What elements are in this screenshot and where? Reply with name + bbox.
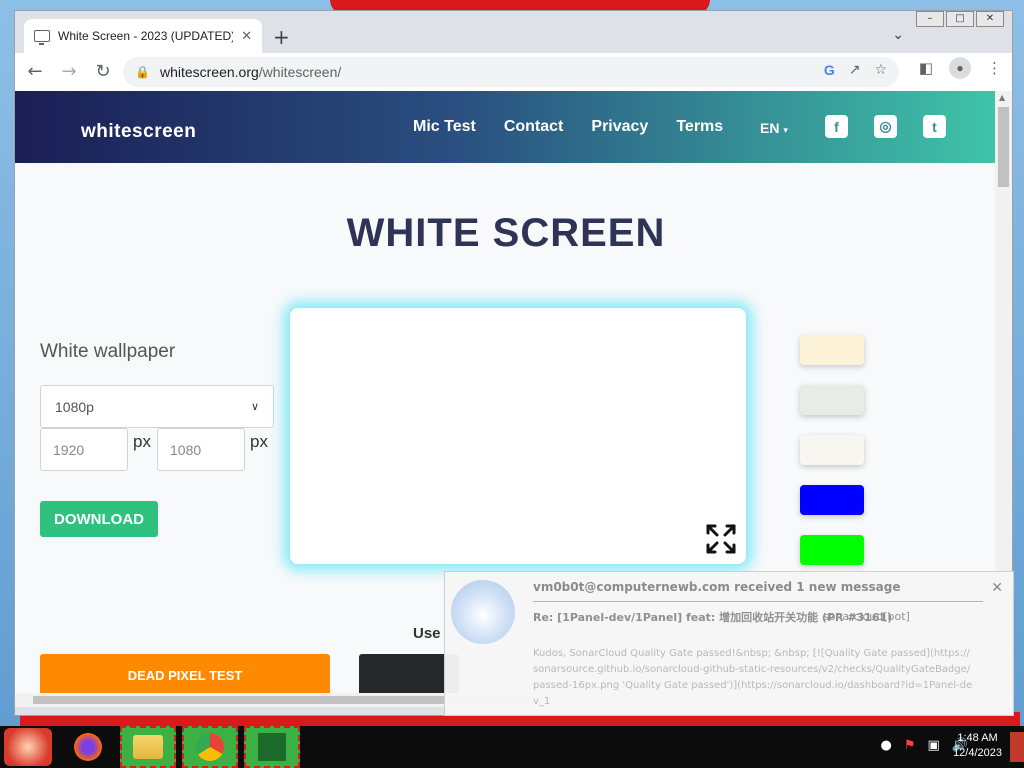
lock-icon[interactable]: 🔒	[135, 65, 150, 79]
forward-button[interactable]: →	[55, 58, 83, 86]
omnibox-icons: G ↗ ☆	[824, 62, 887, 78]
google-translate-icon[interactable]: G	[824, 62, 835, 78]
swatch-cream[interactable]	[800, 335, 864, 365]
taskbar-firefox[interactable]	[60, 726, 116, 768]
instagram-icon[interactable]: ◎	[874, 115, 897, 138]
notification-divider	[533, 601, 983, 602]
tab-white-screen[interactable]: White Screen - 2023 (UPDATED) ✕	[24, 19, 262, 53]
caret-down-icon: ▾	[783, 126, 788, 136]
reload-button[interactable]: ↻	[89, 58, 117, 86]
browser-toolbar: ← → ↻ 🔒 whitescreen.org /whitescreen/ G …	[15, 53, 1012, 91]
show-desktop-button[interactable]	[1010, 732, 1024, 762]
height-unit: px	[250, 432, 268, 451]
firefox-icon	[74, 733, 102, 761]
width-input[interactable]: 1920	[40, 428, 128, 471]
fullscreen-expand-icon[interactable]	[704, 522, 738, 556]
nav-terms[interactable]: Terms	[676, 118, 723, 136]
notification-body: Kudos, SonarCloud Quality Gate passed!&n…	[533, 648, 973, 707]
taskbar-chrome[interactable]	[182, 726, 238, 768]
bookmark-star-icon[interactable]: ☆	[874, 62, 887, 78]
twitter-icon[interactable]: t	[923, 115, 946, 138]
page-title: WHITE SCREEN	[346, 211, 666, 255]
white-screen-preview[interactable]	[290, 308, 746, 564]
folder-icon	[133, 735, 163, 759]
download-button[interactable]: DOWNLOAD	[40, 501, 158, 537]
tab-close-icon[interactable]: ✕	[241, 29, 252, 44]
notification-close-icon[interactable]: ✕	[991, 580, 1003, 596]
swatch-blue[interactable]	[800, 485, 864, 515]
taskbar-tree-app[interactable]	[244, 726, 300, 768]
action-center-flag-icon[interactable]: ⚑	[904, 738, 916, 753]
language-dropdown[interactable]: EN ▾	[760, 120, 788, 136]
url-host: whitescreen.org	[159, 64, 259, 80]
nav-privacy[interactable]: Privacy	[591, 118, 648, 136]
thunderbird-icon	[451, 580, 515, 644]
nav-contact[interactable]: Contact	[504, 118, 564, 136]
network-icon[interactable]: ▣	[928, 738, 940, 753]
address-bar[interactable]: 🔒 whitescreen.org /whitescreen/ G ↗ ☆	[123, 57, 899, 87]
use-text: Use	[413, 625, 441, 642]
social-links: f ◎ t	[825, 115, 946, 138]
swatch-light-gray[interactable]	[800, 385, 864, 415]
new-tab-button[interactable]: +	[273, 25, 290, 49]
taskbar-file-explorer[interactable]	[120, 726, 176, 768]
toolbar-right: ◧ ● ⋮	[919, 57, 1002, 79]
system-clock[interactable]: 1:48 AM 12/4/2023	[953, 731, 1002, 761]
vertical-scrollbar-thumb[interactable]	[998, 107, 1009, 187]
site-nav: Mic Test Contact Privacy Terms	[413, 118, 723, 136]
swatch-green[interactable]	[800, 535, 864, 565]
site-logo[interactable]: whitescreen	[81, 121, 196, 143]
height-input[interactable]: 1080	[157, 428, 245, 471]
scroll-up-icon[interactable]: ▲	[999, 93, 1005, 102]
notification-title: vm0b0t@computernewb.com received 1 new m…	[533, 580, 901, 594]
mail-notification[interactable]: vm0b0t@computernewb.com received 1 new m…	[444, 571, 1014, 716]
christmas-tree-icon	[258, 733, 286, 761]
chevron-down-icon: ∨	[250, 400, 259, 413]
start-button[interactable]	[4, 728, 52, 766]
tray-dot-icon[interactable]: ●	[881, 738, 892, 753]
width-unit: px	[133, 432, 151, 451]
notification-sender: sonarcloud[bot]	[823, 610, 910, 623]
clock-time: 1:48 AM	[957, 732, 998, 744]
taskbar: ● ⚑ ▣ 🔊 1:48 AM 12/4/2023	[0, 726, 1024, 768]
monitor-icon	[34, 30, 50, 45]
tab-title: White Screen - 2023 (UPDATED)	[58, 29, 234, 43]
tab-search-chevron-icon[interactable]: ⌄	[892, 27, 904, 43]
chrome-icon	[196, 733, 224, 761]
share-icon[interactable]: ↗	[849, 62, 861, 78]
nav-mic-test[interactable]: Mic Test	[413, 118, 476, 136]
profile-avatar-icon[interactable]: ●	[949, 57, 971, 79]
site-header: whitescreen Mic Test Contact Privacy Ter…	[15, 91, 997, 163]
back-button[interactable]: ←	[21, 58, 49, 86]
dead-pixel-test-button[interactable]: DEAD PIXEL TEST	[40, 654, 330, 696]
swatch-off-white[interactable]	[800, 435, 864, 465]
side-panel-icon[interactable]: ◧	[919, 59, 933, 77]
clock-date: 12/4/2023	[953, 747, 1002, 759]
facebook-icon[interactable]: f	[825, 115, 848, 138]
url-path: /whitescreen/	[258, 64, 342, 80]
resolution-select[interactable]: 1080p ∨	[40, 385, 274, 428]
menu-kebab-icon[interactable]: ⋮	[987, 59, 1002, 77]
tab-strip: White Screen - 2023 (UPDATED) ✕ + ⌄	[15, 19, 1012, 53]
resolution-value: 1080p	[55, 398, 94, 415]
wallpaper-label: White wallpaper	[40, 341, 176, 362]
language-label: EN	[760, 120, 780, 136]
